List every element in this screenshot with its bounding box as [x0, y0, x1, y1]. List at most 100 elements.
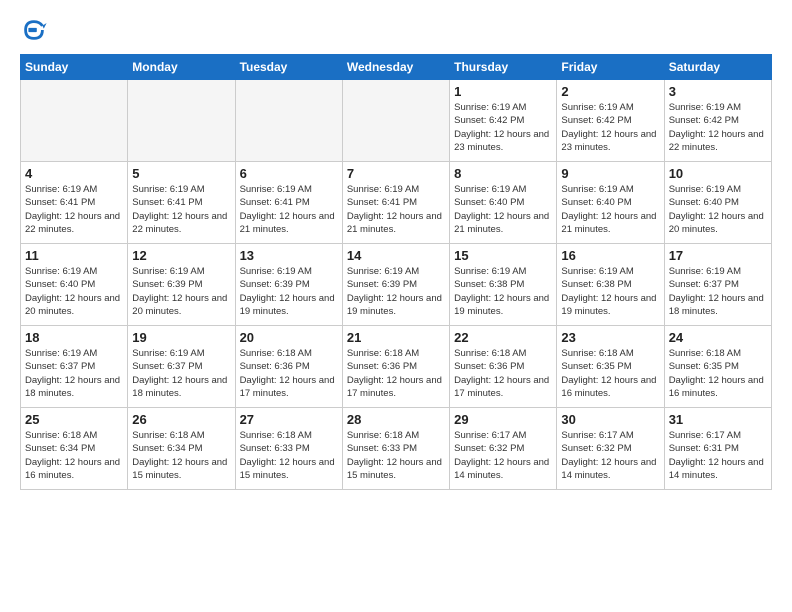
day-cell: 31 Sunrise: 6:17 AM Sunset: 6:31 PM Dayli… — [664, 408, 771, 490]
day-number: 30 — [561, 412, 659, 427]
day-info: Sunrise: 6:19 AM Sunset: 6:38 PM Dayligh… — [561, 265, 659, 318]
day-info: Sunrise: 6:19 AM Sunset: 6:39 PM Dayligh… — [132, 265, 230, 318]
weekday-wednesday: Wednesday — [342, 55, 449, 80]
day-number: 24 — [669, 330, 767, 345]
day-info: Sunrise: 6:18 AM Sunset: 6:35 PM Dayligh… — [669, 347, 767, 400]
day-info: Sunrise: 6:19 AM Sunset: 6:40 PM Dayligh… — [669, 183, 767, 236]
day-number: 1 — [454, 84, 552, 99]
weekday-tuesday: Tuesday — [235, 55, 342, 80]
day-number: 12 — [132, 248, 230, 263]
day-cell — [235, 80, 342, 162]
day-info: Sunrise: 6:19 AM Sunset: 6:37 PM Dayligh… — [25, 347, 123, 400]
day-number: 19 — [132, 330, 230, 345]
day-cell: 6 Sunrise: 6:19 AM Sunset: 6:41 PM Daylig… — [235, 162, 342, 244]
day-cell: 21 Sunrise: 6:18 AM Sunset: 6:36 PM Dayli… — [342, 326, 449, 408]
day-cell: 27Sunrise: 6:18 AM Sunset: 6:33 PM Dayli… — [235, 408, 342, 490]
day-info: Sunrise: 6:17 AM Sunset: 6:31 PM Dayligh… — [669, 429, 767, 482]
day-number: 7 — [347, 166, 445, 181]
day-info: Sunrise: 6:17 AM Sunset: 6:32 PM Dayligh… — [561, 429, 659, 482]
day-cell: 13 Sunrise: 6:19 AM Sunset: 6:39 PM Dayli… — [235, 244, 342, 326]
weekday-monday: Monday — [128, 55, 235, 80]
day-info: Sunrise: 6:19 AM Sunset: 6:41 PM Dayligh… — [25, 183, 123, 236]
day-cell: 28 Sunrise: 6:18 AM Sunset: 6:33 PM Dayli… — [342, 408, 449, 490]
header — [20, 16, 772, 44]
day-number: 21 — [347, 330, 445, 345]
weekday-friday: Friday — [557, 55, 664, 80]
day-info: Sunrise: 6:19 AM Sunset: 6:39 PM Dayligh… — [347, 265, 445, 318]
day-number: 20 — [240, 330, 338, 345]
day-info: Sunrise: 6:19 AM Sunset: 6:40 PM Dayligh… — [454, 183, 552, 236]
day-cell: 14 Sunrise: 6:19 AM Sunset: 6:39 PM Dayli… — [342, 244, 449, 326]
day-cell: 2Sunrise: 6:19 AM Sunset: 6:42 PM Daylig… — [557, 80, 664, 162]
weekday-saturday: Saturday — [664, 55, 771, 80]
day-number: 13 — [240, 248, 338, 263]
page: SundayMondayTuesdayWednesdayThursdayFrid… — [0, 0, 792, 500]
day-number: 22 — [454, 330, 552, 345]
day-number: 9 — [561, 166, 659, 181]
weekday-header-row: SundayMondayTuesdayWednesdayThursdayFrid… — [21, 55, 772, 80]
logo — [20, 16, 52, 44]
day-cell: 15 Sunrise: 6:19 AM Sunset: 6:38 PM Dayli… — [450, 244, 557, 326]
day-cell: 1 Sunrise: 6:19 AM Sunset: 6:42 PM Daylig… — [450, 80, 557, 162]
day-cell: 26 Sunrise: 6:18 AM Sunset: 6:34 PM Dayli… — [128, 408, 235, 490]
day-number: 6 — [240, 166, 338, 181]
day-info: Sunrise: 6:19 AM Sunset: 6:41 PM Dayligh… — [240, 183, 338, 236]
day-number: 26 — [132, 412, 230, 427]
day-cell: 8 Sunrise: 6:19 AM Sunset: 6:40 PM Daylig… — [450, 162, 557, 244]
weekday-sunday: Sunday — [21, 55, 128, 80]
day-info: Sunrise: 6:18 AM Sunset: 6:33 PM Dayligh… — [347, 429, 445, 482]
day-cell — [128, 80, 235, 162]
day-cell: 3 Sunrise: 6:19 AM Sunset: 6:42 PM Daylig… — [664, 80, 771, 162]
day-info: Sunrise: 6:19 AM Sunset: 6:40 PM Dayligh… — [561, 183, 659, 236]
day-cell: 19 Sunrise: 6:19 AM Sunset: 6:37 PM Dayli… — [128, 326, 235, 408]
day-number: 23 — [561, 330, 659, 345]
day-info: Sunrise: 6:19 AM Sunset: 6:40 PM Dayligh… — [25, 265, 123, 318]
day-info: Sunrise: 6:18 AM Sunset: 6:34 PM Dayligh… — [132, 429, 230, 482]
day-info: Sunrise: 6:19 AM Sunset: 6:38 PM Dayligh… — [454, 265, 552, 318]
day-cell: 20 Sunrise: 6:18 AM Sunset: 6:36 PM Dayli… — [235, 326, 342, 408]
day-info: Sunrise: 6:19 AM Sunset: 6:42 PM Dayligh… — [669, 101, 767, 154]
day-info: Sunrise: 6:19 AM Sunset: 6:41 PM Dayligh… — [132, 183, 230, 236]
day-number: 16 — [561, 248, 659, 263]
week-row-4: 18Sunrise: 6:19 AM Sunset: 6:37 PM Dayli… — [21, 326, 772, 408]
day-cell: 10 Sunrise: 6:19 AM Sunset: 6:40 PM Dayli… — [664, 162, 771, 244]
day-info: Sunrise: 6:18 AM Sunset: 6:36 PM Dayligh… — [347, 347, 445, 400]
day-cell — [342, 80, 449, 162]
day-info: Sunrise: 6:18 AM Sunset: 6:36 PM Dayligh… — [240, 347, 338, 400]
day-info: Sunrise: 6:19 AM Sunset: 6:39 PM Dayligh… — [240, 265, 338, 318]
day-cell: 30 Sunrise: 6:17 AM Sunset: 6:32 PM Dayli… — [557, 408, 664, 490]
day-cell: 7 Sunrise: 6:19 AM Sunset: 6:41 PM Daylig… — [342, 162, 449, 244]
day-info: Sunrise: 6:18 AM Sunset: 6:34 PM Dayligh… — [25, 429, 123, 482]
day-number: 31 — [669, 412, 767, 427]
weekday-thursday: Thursday — [450, 55, 557, 80]
day-cell: 11Sunrise: 6:19 AM Sunset: 6:40 PM Dayli… — [21, 244, 128, 326]
logo-icon — [20, 16, 48, 44]
day-info: Sunrise: 6:19 AM Sunset: 6:37 PM Dayligh… — [669, 265, 767, 318]
day-cell — [21, 80, 128, 162]
day-cell: 17 Sunrise: 6:19 AM Sunset: 6:37 PM Dayli… — [664, 244, 771, 326]
day-info: Sunrise: 6:18 AM Sunset: 6:35 PM Dayligh… — [561, 347, 659, 400]
day-number: 29 — [454, 412, 552, 427]
day-cell: 5Sunrise: 6:19 AM Sunset: 6:41 PM Daylig… — [128, 162, 235, 244]
day-info: Sunrise: 6:19 AM Sunset: 6:42 PM Dayligh… — [454, 101, 552, 154]
week-row-3: 11Sunrise: 6:19 AM Sunset: 6:40 PM Dayli… — [21, 244, 772, 326]
day-cell: 18Sunrise: 6:19 AM Sunset: 6:37 PM Dayli… — [21, 326, 128, 408]
day-number: 10 — [669, 166, 767, 181]
day-info: Sunrise: 6:19 AM Sunset: 6:37 PM Dayligh… — [132, 347, 230, 400]
day-number: 14 — [347, 248, 445, 263]
day-info: Sunrise: 6:18 AM Sunset: 6:36 PM Dayligh… — [454, 347, 552, 400]
day-number: 15 — [454, 248, 552, 263]
day-number: 3 — [669, 84, 767, 99]
week-row-2: 4Sunrise: 6:19 AM Sunset: 6:41 PM Daylig… — [21, 162, 772, 244]
day-number: 28 — [347, 412, 445, 427]
day-cell: 23 Sunrise: 6:18 AM Sunset: 6:35 PM Dayli… — [557, 326, 664, 408]
day-number: 25 — [25, 412, 123, 427]
day-info: Sunrise: 6:19 AM Sunset: 6:41 PM Dayligh… — [347, 183, 445, 236]
day-cell: 12 Sunrise: 6:19 AM Sunset: 6:39 PM Dayli… — [128, 244, 235, 326]
day-cell: 29 Sunrise: 6:17 AM Sunset: 6:32 PM Dayli… — [450, 408, 557, 490]
day-info: Sunrise: 6:17 AM Sunset: 6:32 PM Dayligh… — [454, 429, 552, 482]
day-cell: 24 Sunrise: 6:18 AM Sunset: 6:35 PM Dayli… — [664, 326, 771, 408]
day-number: 17 — [669, 248, 767, 263]
day-number: 8 — [454, 166, 552, 181]
day-info: Sunrise: 6:19 AM Sunset: 6:42 PM Dayligh… — [561, 101, 659, 154]
